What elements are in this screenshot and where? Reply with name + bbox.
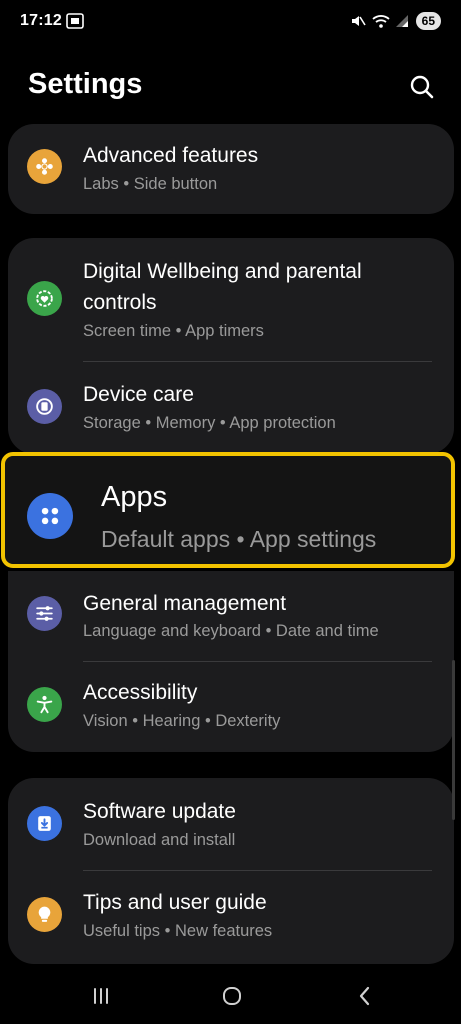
accessibility-item[interactable]: Accessibility Vision • Hearing • Dexteri… <box>8 662 454 752</box>
device-care-title: Device care <box>83 383 194 406</box>
battery-icon: 65 <box>415 12 441 30</box>
advanced-features-subtitle: Labs • Side button <box>83 175 218 193</box>
digital-wellbeing-subtitle: Screen time • App timers <box>83 322 264 340</box>
status-icons: 65 <box>350 10 441 32</box>
digital-wellbeing-title-line1: Digital Wellbeing and parental <box>83 260 362 283</box>
gear-flower-icon <box>27 149 62 184</box>
software-update-item[interactable]: Software update Download and install <box>8 778 454 869</box>
general-management-item[interactable]: General management Language and keyboard… <box>8 571 454 660</box>
settings-group-3: General management Language and keyboard… <box>8 571 454 752</box>
advanced-features-item[interactable]: Advanced features Labs • Side button <box>8 124 454 214</box>
mute-icon <box>350 13 366 29</box>
software-update-title: Software update <box>83 800 236 823</box>
general-management-subtitle: Language and keyboard • Date and time <box>83 622 379 640</box>
settings-group-1: Advanced features Labs • Side button <box>8 124 454 214</box>
accessibility-subtitle: Vision • Hearing • Dexterity <box>83 712 281 730</box>
recents-icon[interactable] <box>86 982 116 1010</box>
home-icon[interactable] <box>217 982 247 1010</box>
tips-user-guide-title: Tips and user guide <box>83 891 267 914</box>
digital-wellbeing-title-line2: controls <box>83 291 157 314</box>
device-care-icon <box>27 389 62 424</box>
back-icon[interactable] <box>350 982 380 1010</box>
settings-group-2: Digital Wellbeing and parental controls … <box>8 238 454 454</box>
screenshot-icon <box>66 13 84 29</box>
signal-icon <box>394 13 410 29</box>
sliders-icon <box>27 596 62 631</box>
tips-user-guide-item[interactable]: Tips and user guide Useful tips • New fe… <box>8 871 454 964</box>
wellbeing-icon <box>27 281 62 316</box>
apps-item[interactable]: Apps Default apps • App settings <box>1 452 455 568</box>
settings-group-4: Software update Download and install Tip… <box>8 778 454 964</box>
wifi-icon <box>372 13 390 29</box>
status-bar: 17:12 65 <box>0 0 461 44</box>
apps-subtitle: Default apps • App settings <box>101 526 377 552</box>
software-update-subtitle: Download and install <box>83 831 236 849</box>
accessibility-icon <box>27 687 62 722</box>
apps-title: Apps <box>101 481 168 513</box>
download-icon <box>27 806 62 841</box>
lightbulb-icon <box>27 897 62 932</box>
navigation-bar <box>0 968 461 1024</box>
digital-wellbeing-item[interactable]: Digital Wellbeing and parental controls … <box>8 238 454 360</box>
advanced-features-title: Advanced features <box>83 144 259 167</box>
apps-grid-icon <box>27 493 73 539</box>
general-management-title: General management <box>83 592 287 615</box>
search-icon[interactable] <box>405 70 439 104</box>
accessibility-title: Accessibility <box>83 681 198 704</box>
scrollbar[interactable] <box>452 660 455 820</box>
status-time: 17:12 <box>20 12 62 29</box>
tips-user-guide-subtitle: Useful tips • New features <box>83 922 273 940</box>
page-title: Settings <box>28 68 143 100</box>
device-care-item[interactable]: Device care Storage • Memory • App prote… <box>8 362 454 454</box>
device-care-subtitle: Storage • Memory • App protection <box>83 414 336 432</box>
